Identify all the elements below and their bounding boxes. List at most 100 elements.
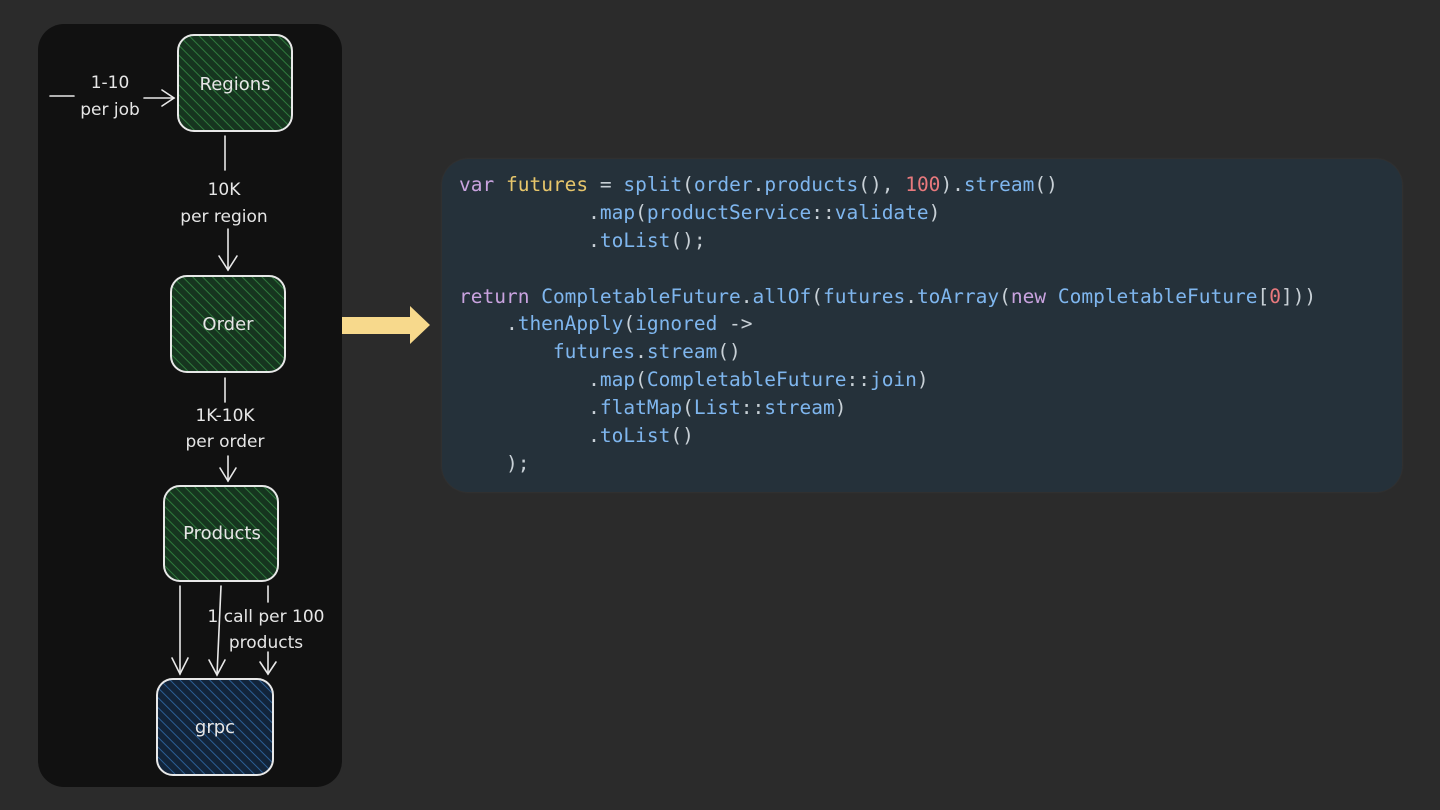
code-token: map [599, 368, 636, 392]
code-token: stream [764, 396, 835, 420]
code-line: .toList() [459, 422, 1316, 450]
code-line: ); [459, 450, 1316, 478]
code-token: [ [1257, 284, 1270, 308]
code-token: . [459, 368, 600, 392]
edge-regions-order [218, 135, 238, 272]
node-order: Order [170, 275, 286, 373]
node-grpc: grpc [156, 678, 274, 776]
code-token: = [588, 173, 624, 196]
code-token: allOf [752, 284, 812, 308]
node-products: Products [163, 485, 279, 582]
code-line: return CompletableFuture.allOf(futures.t… [459, 283, 1316, 311]
code-token: (), [858, 173, 906, 196]
code-token: order [693, 173, 753, 196]
code-line: var futures = split(order.products(), 10… [459, 171, 1316, 199]
code-token: toArray [916, 284, 1000, 308]
code-token: ( [682, 396, 694, 420]
edge-label-regions-order-line1: 10K [208, 180, 242, 200]
code-token: . [752, 173, 765, 196]
edge-order-products [219, 377, 237, 483]
code-token: 100 [905, 173, 941, 196]
code-token: ( [635, 200, 647, 224]
node-regions: Regions [177, 34, 293, 132]
code-token: products [764, 173, 859, 196]
code-line: .map(productService::validate) [459, 199, 1316, 227]
code-token: var [459, 173, 495, 196]
code-token: . [459, 228, 600, 252]
code-token: toList [599, 228, 671, 252]
code-token: toList [599, 424, 671, 448]
code-token: futures [552, 340, 636, 364]
code-token: . [459, 312, 518, 336]
node-label-grpc: grpc [195, 717, 235, 738]
edge-label-regions-order-line2: per region [180, 207, 267, 227]
code-token: . [459, 396, 600, 420]
flow-diagram: 1-10 per job Regions 10K per region Orde… [49, 34, 325, 776]
code-token: flatMap [599, 396, 683, 420]
code-token: validate [834, 200, 929, 224]
node-label-order: Order [202, 314, 254, 335]
code-token: :: [846, 368, 870, 392]
code-token: . [459, 200, 600, 224]
code-token: return [459, 284, 530, 308]
code-token: split [623, 173, 683, 196]
code-token: . [459, 424, 600, 448]
code-token: . [740, 284, 753, 308]
edge-label-input-line1: 1-10 [91, 73, 130, 93]
code-token: ( [811, 284, 823, 308]
edge-label-input-line2: per job [80, 100, 140, 120]
code-snippet-card: var futures = split(order.products(), 10… [442, 159, 1402, 492]
code-line: futures.stream() [459, 338, 1316, 366]
code-token: ignored [635, 312, 718, 336]
code-token: (); [670, 228, 706, 252]
code-token: stream [963, 173, 1035, 196]
code-token: join [869, 368, 917, 392]
right-arrow-icon [342, 306, 430, 344]
code-token: () [1034, 173, 1058, 196]
code-token: List [693, 396, 741, 420]
node-label-products: Products [183, 523, 261, 544]
edge-label-products-grpc-line1: 1 call per 100 [208, 607, 325, 627]
edge-label-order-products-line2: per order [186, 432, 265, 452]
code-token: map [599, 200, 636, 224]
code-token: ) [834, 396, 847, 420]
code-token: productService [646, 200, 812, 224]
code-token: ( [999, 284, 1011, 308]
code-token: . [905, 284, 917, 308]
code-token: new [1010, 284, 1047, 308]
code-token: ( [623, 312, 636, 336]
code-line: .toList(); [459, 227, 1316, 255]
code-token: ). [940, 173, 964, 196]
code-token: thenApply [517, 312, 624, 336]
code-block: var futures = split(order.products(), 10… [459, 171, 1316, 478]
code-line: .flatMap(List::stream) [459, 394, 1316, 422]
code-token: ( [635, 368, 647, 392]
code-token: :: [811, 200, 835, 224]
code-line: .map(CompletableFuture::join) [459, 366, 1316, 394]
code-token: stream [646, 340, 718, 364]
code-token: ) [916, 368, 929, 392]
code-token: () [717, 340, 741, 364]
code-token: CompletableFuture [646, 368, 847, 392]
edge-products-grpc [171, 585, 277, 677]
code-token: CompletableFuture [1057, 284, 1258, 308]
edge-label-order-products-line1: 1K-10K [195, 406, 255, 426]
code-token: :: [740, 396, 765, 420]
edge-label-products-grpc-line2: products [229, 633, 303, 653]
code-token: ); [459, 451, 530, 475]
code-token: . [635, 340, 647, 364]
code-token: CompletableFuture [541, 284, 741, 308]
code-token: futures [823, 284, 906, 308]
code-token: futures [505, 173, 589, 196]
code-token: ( [682, 173, 694, 196]
code-token: 0 [1269, 284, 1281, 308]
node-label-regions: Regions [200, 74, 271, 95]
code-token: ) [928, 200, 941, 224]
code-token: -> [717, 312, 753, 336]
code-line: .thenApply(ignored -> [459, 310, 1316, 338]
